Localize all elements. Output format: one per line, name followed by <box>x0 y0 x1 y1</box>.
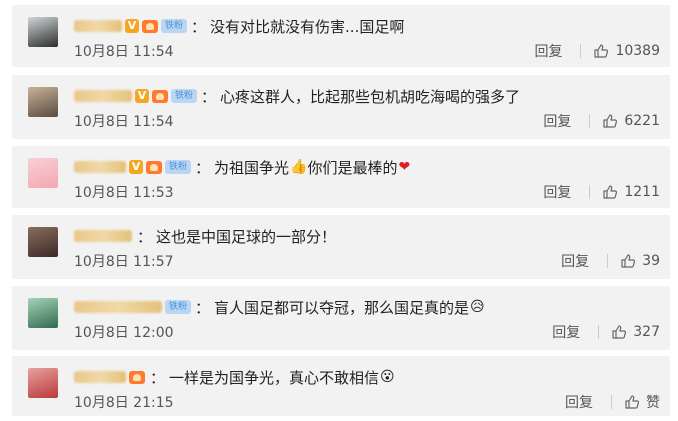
thumbs-up-icon <box>594 44 609 58</box>
reply-button[interactable]: 回复 <box>534 41 562 61</box>
colon-separator: ： <box>137 227 153 246</box>
comment-text: 这也是中国足球的一部分！ <box>156 227 337 246</box>
username-blurred[interactable] <box>74 301 162 313</box>
comment-text: 盲人国足都可以夺冠，那么国足真的是 <box>214 298 470 317</box>
divider <box>611 395 612 409</box>
comment-line: ：这也是中国足球的一部分！ <box>74 225 336 247</box>
comment-text-continued: 你们是最棒的 <box>307 158 398 177</box>
vip-level-icon <box>146 160 162 174</box>
emoji-icon: 😮 <box>380 369 395 385</box>
comment-actions: 回复 赞 <box>565 392 660 412</box>
comment-item: ：这也是中国足球的一部分！ 10月8日 11:57 回复 39 <box>12 215 670 279</box>
comment-time: 10月8日 11:54 <box>74 44 174 60</box>
thumbs-up-icon <box>625 395 640 409</box>
avatar[interactable] <box>28 227 58 257</box>
username-blurred[interactable] <box>74 20 122 32</box>
comment-line: V 铁粉：为祖国争光 👍 你们是最棒的 ❤ <box>74 156 410 178</box>
comment-time: 10月8日 11:53 <box>74 185 174 201</box>
comment-line: ：一样是为国争光，真心不敢相信 😮 <box>74 366 395 388</box>
fan-badge: 铁粉 <box>171 89 198 103</box>
like-count: 6221 <box>624 113 660 129</box>
colon-separator: ： <box>195 298 211 317</box>
comment-item: ：一样是为国争光，真心不敢相信 😮 10月8日 21:15 回复 赞 <box>12 356 670 416</box>
comment-time: 10月8日 21:15 <box>74 395 174 411</box>
comment-line: V 铁粉：没有对比就没有伤害...国足啊 <box>74 15 404 37</box>
vip-level-icon <box>142 19 158 33</box>
like-button[interactable]: 327 <box>611 324 660 340</box>
comment-text: 一样是为国争光，真心不敢相信 <box>169 368 380 387</box>
avatar[interactable] <box>28 298 58 328</box>
comment-text: 心疼这群人，比起那些包机胡吃海喝的强多了 <box>220 87 521 106</box>
comment-text: 为祖国争光 <box>214 158 290 177</box>
reply-button[interactable]: 回复 <box>543 111 571 131</box>
like-button[interactable]: 赞 <box>624 392 660 412</box>
username-blurred[interactable] <box>74 90 132 102</box>
comment-time: 10月8日 11:57 <box>74 254 174 270</box>
like-button[interactable]: 1211 <box>602 184 660 200</box>
reply-button[interactable]: 回复 <box>552 322 580 342</box>
comment-actions: 回复 1211 <box>543 182 660 202</box>
divider <box>607 254 609 268</box>
fan-badge: 铁粉 <box>165 300 192 314</box>
like-count: 1211 <box>624 184 660 200</box>
colon-separator: ： <box>201 87 217 106</box>
like-count: 赞 <box>646 395 660 411</box>
colon-separator: ： <box>150 368 166 387</box>
comment-time: 10月8日 12:00 <box>74 325 174 341</box>
emoji-icon: 😥 <box>470 299 485 315</box>
colon-separator: ： <box>195 158 211 177</box>
username-blurred[interactable] <box>74 230 132 242</box>
colon-separator: ： <box>191 17 207 36</box>
comment-item: V 铁粉：为祖国争光 👍 你们是最棒的 ❤ 10月8日 11:53 回复 1211 <box>12 146 670 208</box>
divider <box>580 44 582 58</box>
fan-badge: 铁粉 <box>165 160 192 174</box>
verified-v-icon: V <box>135 89 149 103</box>
comment-item: V 铁粉：没有对比就没有伤害...国足啊 10月8日 11:54 回复 10389 <box>12 5 670 67</box>
thumbs-up-icon <box>603 114 618 128</box>
divider <box>589 185 591 199</box>
avatar[interactable] <box>28 17 58 47</box>
vip-level-icon <box>152 89 168 103</box>
heart-icon: ❤ <box>398 159 411 175</box>
comment-item: V 铁粉：心疼这群人，比起那些包机胡吃海喝的强多了 10月8日 11:54 回复 622… <box>12 75 670 139</box>
verified-v-icon: V <box>129 160 143 174</box>
comment-list: V 铁粉：没有对比就没有伤害...国足啊 10月8日 11:54 回复 10389 V 铁粉… <box>0 0 678 421</box>
comment-line: V 铁粉：心疼这群人，比起那些包机胡吃海喝的强多了 <box>74 85 520 107</box>
reply-button[interactable]: 回复 <box>543 182 571 202</box>
reply-button[interactable]: 回复 <box>561 251 589 271</box>
comment-line: 铁粉：盲人国足都可以夺冠，那么国足真的是 😥 <box>74 296 485 318</box>
username-blurred[interactable] <box>74 161 126 173</box>
reply-button[interactable]: 回复 <box>565 392 593 412</box>
avatar[interactable] <box>28 368 58 398</box>
thumbs-up-icon <box>603 185 618 199</box>
like-button[interactable]: 10389 <box>593 43 660 59</box>
comment-actions: 回复 39 <box>561 251 660 271</box>
comment-time: 10月8日 11:54 <box>74 114 174 130</box>
like-button[interactable]: 39 <box>620 253 660 269</box>
username-blurred[interactable] <box>74 371 126 383</box>
emoji-icon: 👍 <box>290 159 308 175</box>
comment-actions: 回复 10389 <box>534 41 660 61</box>
comment-actions: 回复 327 <box>552 322 660 342</box>
comment-text: 没有对比就没有伤害...国足啊 <box>210 17 405 36</box>
vip-level-icon <box>129 370 145 384</box>
like-count: 327 <box>633 324 660 340</box>
avatar[interactable] <box>28 87 58 117</box>
comment-item: 铁粉：盲人国足都可以夺冠，那么国足真的是 😥 10月8日 12:00 回复 327 <box>12 286 670 350</box>
like-count: 10389 <box>615 43 660 59</box>
thumbs-up-icon <box>621 254 636 268</box>
divider <box>589 114 591 128</box>
like-button[interactable]: 6221 <box>602 113 660 129</box>
avatar[interactable] <box>28 158 58 188</box>
divider <box>598 325 600 339</box>
comment-actions: 回复 6221 <box>543 111 660 131</box>
verified-v-icon: V <box>125 19 139 33</box>
fan-badge: 铁粉 <box>161 19 188 33</box>
like-count: 39 <box>642 253 660 269</box>
thumbs-up-icon <box>612 325 627 339</box>
